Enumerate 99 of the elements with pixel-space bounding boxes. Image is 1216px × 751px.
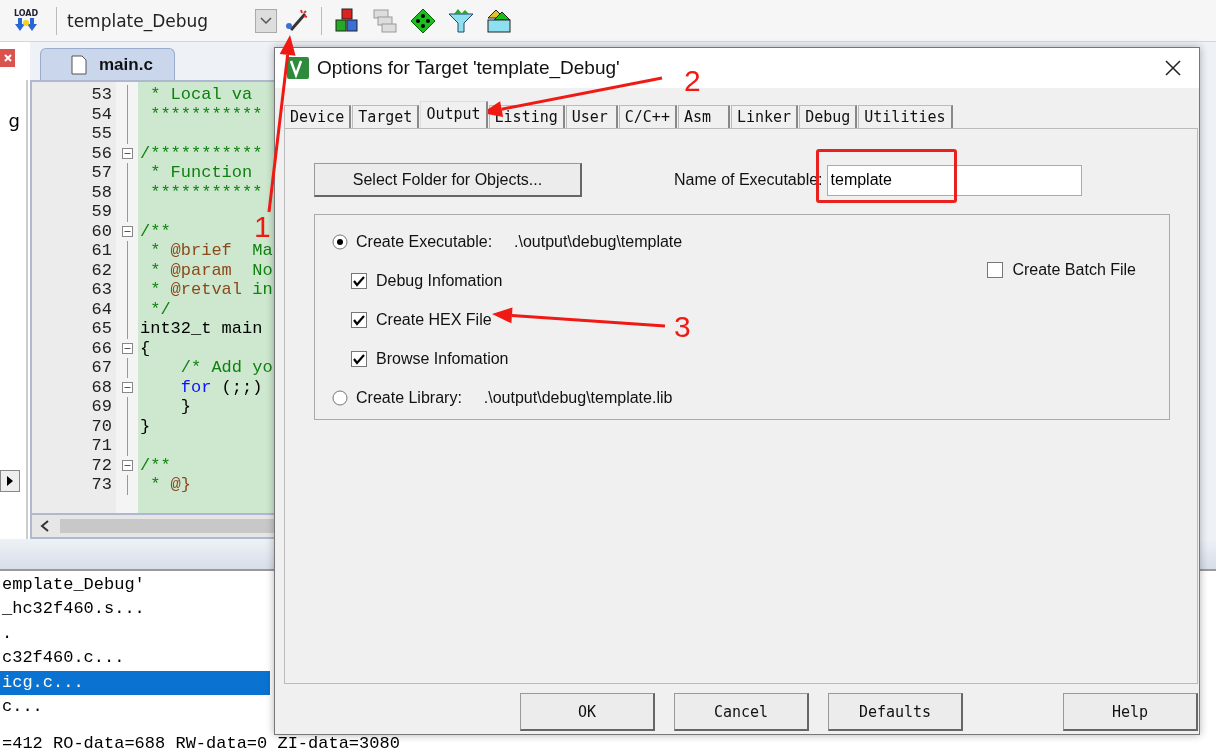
scroll-left-icon[interactable]	[40, 520, 50, 532]
line-number: 55	[90, 124, 113, 144]
checkbox-label: Create HEX File	[376, 311, 492, 329]
dialog-title: Options for Target 'template_Debug'	[317, 57, 621, 79]
executable-name-field[interactable]: template	[826, 164, 1082, 196]
code-line: * @brief Ma	[149, 241, 273, 260]
code-line: * @}	[149, 475, 191, 494]
line-number: 54	[90, 104, 113, 124]
scrollbar-thumb[interactable]	[60, 519, 274, 533]
fold-toggle-icon[interactable]	[121, 342, 133, 354]
code-line: /**	[140, 455, 171, 475]
code-line: /**	[140, 221, 171, 241]
checkbox-label: Debug Infomation	[376, 272, 503, 290]
magic-wand-icon[interactable]	[283, 7, 309, 34]
radio-button[interactable]	[332, 234, 348, 250]
checkbox[interactable]	[351, 312, 367, 328]
dialog-tab[interactable]: User	[565, 105, 618, 128]
caret-icon	[260, 16, 272, 25]
line-number: 63	[90, 280, 113, 300]
dialog-button[interactable]: Help	[1063, 693, 1198, 731]
line-number: 66	[90, 338, 113, 358]
close-icon[interactable]	[1165, 60, 1181, 76]
output-path: .\output\debug\template	[514, 233, 683, 251]
radio-label: Create Library:	[356, 389, 462, 407]
checkbox[interactable]	[351, 273, 367, 289]
code-line: * Function	[149, 163, 253, 182]
dialog-tab[interactable]: Linker	[730, 105, 799, 128]
line-number: 56	[90, 143, 113, 163]
checkbox[interactable]	[351, 351, 367, 367]
dialog-tab[interactable]: Device	[284, 105, 352, 128]
code-line: {	[140, 338, 151, 358]
line-number: 72	[90, 455, 113, 475]
annotation-number: 1	[254, 212, 271, 242]
target-dropdown[interactable]: template_Debug	[63, 6, 277, 35]
dialog-tab[interactable]: Debug	[799, 105, 858, 128]
line-number: 53	[90, 85, 113, 105]
build-output-line[interactable]: emplate_Debug'	[0, 573, 270, 598]
dialog-tab[interactable]: Utilities	[858, 105, 953, 128]
scroll-right-icon[interactable]	[6, 476, 14, 486]
load-button[interactable]: LOAD	[12, 9, 40, 32]
build-output-line[interactable]: c...	[0, 694, 270, 720]
line-number: 69	[90, 397, 113, 417]
stacked-cards-icon[interactable]	[486, 7, 512, 34]
code-line: * @param No	[149, 260, 273, 280]
checkbox-label: Create Batch File	[1012, 261, 1136, 279]
build-output-line[interactable]: c32f460.c...	[0, 646, 270, 671]
funnel-icon[interactable]	[448, 7, 474, 34]
fold-toggle-icon[interactable]	[121, 147, 133, 159]
editor-tab[interactable]: main.c	[40, 48, 175, 80]
code-line: int32_t main	[140, 319, 263, 338]
annotation-number: 3	[674, 312, 691, 342]
radio-label: Create Executable:	[356, 233, 493, 251]
code-line: ***********	[149, 104, 263, 124]
code-line: */	[149, 299, 171, 319]
radio-button[interactable]	[332, 390, 348, 406]
build-output-line[interactable]: =412 RO-data=688 RW-data=0 ZI-data=3080	[0, 736, 1216, 751]
code-line: /***********	[140, 143, 263, 163]
panel-text: g	[8, 110, 20, 131]
select-folder-button[interactable]: Select Folder for Objects...	[314, 163, 582, 197]
line-number: 65	[90, 319, 113, 339]
line-number: 64	[90, 299, 113, 319]
checkbox[interactable]	[987, 262, 1004, 278]
build-output-line[interactable]: _hc32f460.s...	[0, 597, 270, 622]
code-line: }	[140, 416, 151, 436]
build-output-line[interactable]: .	[0, 621, 270, 647]
code-line: /* Add yo	[179, 358, 273, 377]
line-number: 59	[90, 202, 113, 222]
fold-toggle-icon[interactable]	[121, 381, 133, 393]
checkbox-label: Browse Infomation	[376, 350, 509, 368]
diamond-icon[interactable]	[410, 7, 436, 34]
line-number: 57	[90, 163, 113, 183]
dialog-button[interactable]: OK	[520, 693, 655, 731]
line-number: 62	[90, 260, 113, 280]
code-line: for (;;)	[179, 377, 263, 397]
code-line: * @retval in	[149, 280, 273, 299]
code-line: }	[179, 397, 191, 416]
dialog-tab[interactable]: C/C++	[618, 105, 677, 128]
app-icon	[287, 57, 309, 79]
fold-toggle-icon[interactable]	[121, 225, 133, 237]
line-number: 58	[90, 182, 113, 202]
code-line: ***********	[149, 182, 263, 202]
line-number: 73	[90, 475, 113, 495]
annotation-number: 2	[684, 66, 701, 96]
file-icon	[71, 54, 87, 75]
line-number: 70	[90, 416, 113, 436]
line-number: 68	[90, 377, 113, 397]
dialog-button[interactable]: Cancel	[674, 693, 809, 731]
dialog-button[interactable]: Defaults	[828, 693, 963, 731]
line-number: 60	[90, 221, 113, 241]
line-number: 67	[90, 358, 113, 378]
line-number: 61	[90, 241, 113, 261]
dialog-tab[interactable]: Output	[420, 101, 488, 128]
output-path: .\output\debug\template.lib	[483, 389, 673, 407]
code-line: * Local va	[149, 85, 253, 104]
blocks-icon[interactable]	[334, 7, 360, 34]
dialog-tab[interactable]: Target	[352, 105, 420, 128]
fold-toggle-icon[interactable]	[121, 459, 133, 471]
dialog-tab[interactable]: Asm	[677, 105, 730, 128]
line-number: 71	[90, 436, 113, 456]
